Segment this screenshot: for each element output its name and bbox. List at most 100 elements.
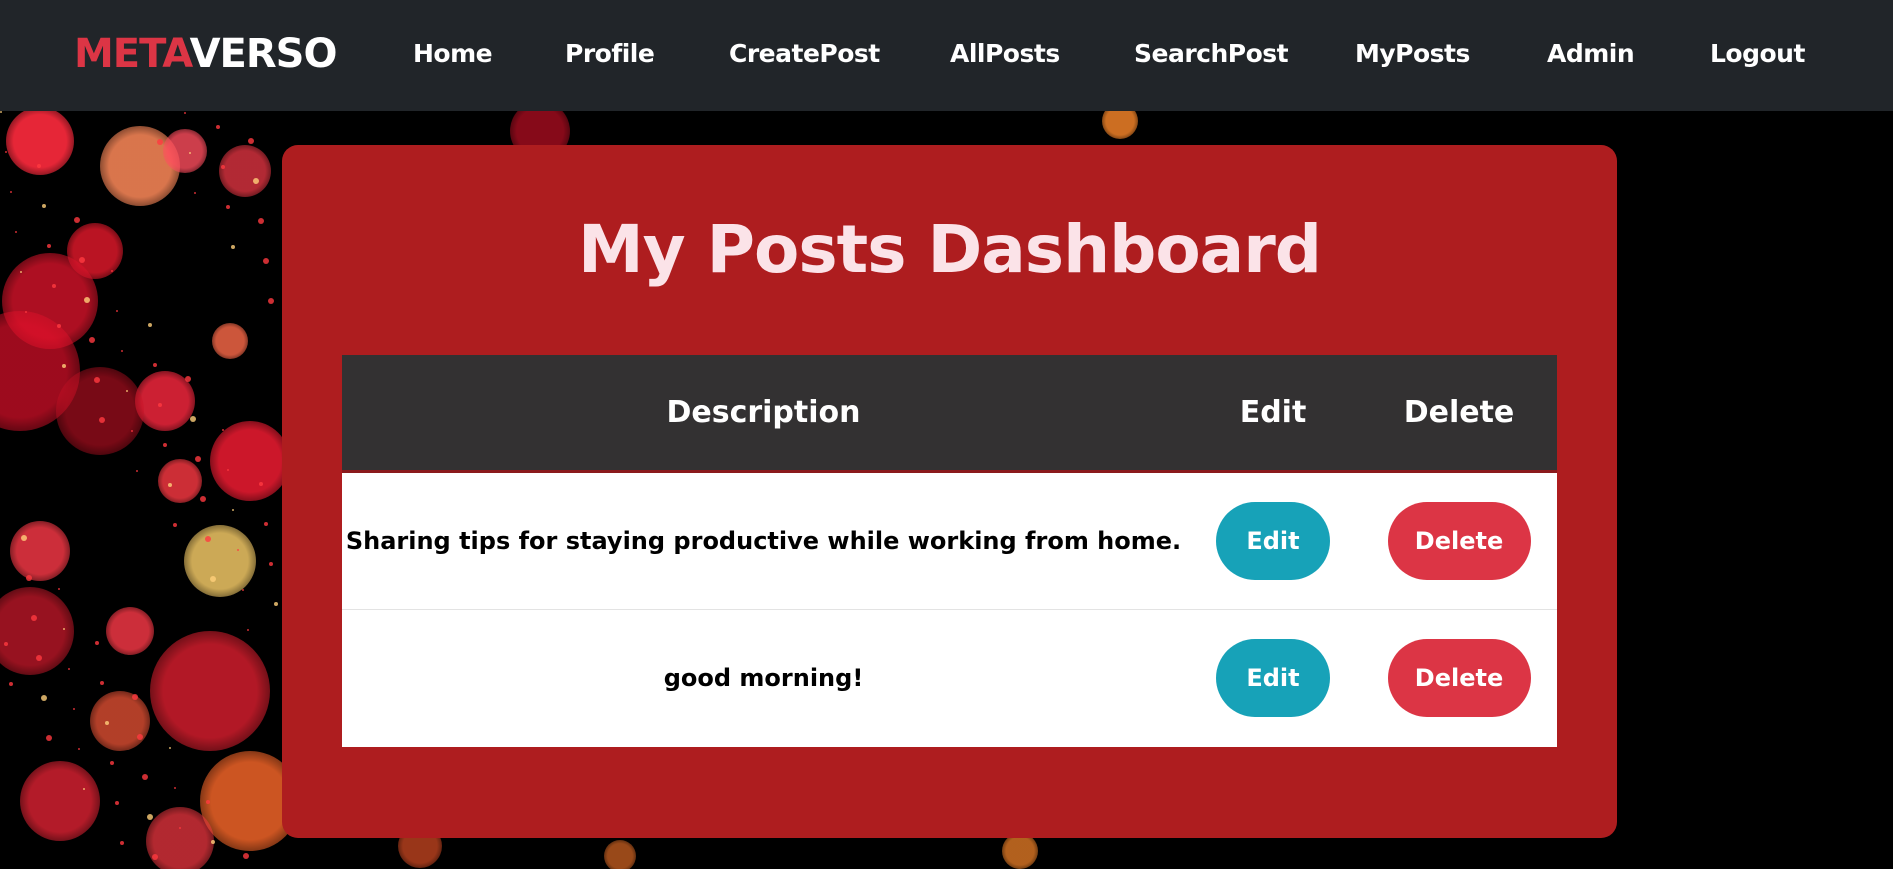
bokeh-speck (189, 152, 191, 154)
delete-button[interactable]: Delete (1387, 501, 1531, 580)
delete-button[interactable]: Delete (1387, 639, 1531, 718)
bokeh-dot (150, 631, 270, 751)
bokeh-speck (78, 748, 80, 750)
bokeh-speck (116, 310, 118, 312)
bokeh-speck (83, 788, 85, 790)
bokeh-dot (106, 607, 154, 655)
bokeh-speck (21, 535, 27, 541)
nav-myposts[interactable]: MyPosts (1355, 36, 1470, 72)
bokeh-speck (259, 482, 263, 486)
bokeh-speck (9, 682, 13, 686)
bokeh-speck (269, 562, 273, 566)
bokeh-speck (169, 747, 171, 749)
bokeh-speck (231, 245, 235, 249)
bokeh-speck (115, 801, 119, 805)
bokeh-speck (100, 681, 104, 685)
bokeh-speck (179, 827, 181, 829)
bokeh-dot (0, 587, 74, 675)
nav-searchpost[interactable]: SearchPost (1134, 36, 1289, 72)
post-description: good morning! (663, 664, 864, 693)
dashboard-card: My Posts Dashboard Description Edit Dele… (282, 145, 1617, 838)
bokeh-speck (31, 615, 37, 621)
nav-allposts[interactable]: AllPosts (950, 36, 1060, 72)
bokeh-speck (37, 164, 41, 168)
bokeh-dot (90, 691, 150, 751)
bokeh-speck (121, 350, 123, 352)
bokeh-speck (194, 192, 196, 194)
bokeh-speck (211, 840, 215, 844)
bokeh-speck (46, 735, 52, 741)
bokeh-speck (232, 509, 234, 511)
bokeh-speck (52, 284, 56, 288)
table-header-row: Description Edit Delete (342, 355, 1557, 471)
bokeh-speck (200, 496, 206, 502)
bokeh-speck (10, 191, 12, 193)
post-description: Sharing tips for staying productive whil… (345, 526, 1182, 555)
bokeh-speck (148, 323, 152, 327)
bokeh-speck (227, 469, 229, 471)
bokeh-dot (163, 129, 207, 173)
nav-logout[interactable]: Logout (1710, 36, 1805, 72)
delete-cell: Delete (1361, 471, 1557, 609)
header-delete: Delete (1403, 394, 1515, 430)
nav-links: Home Profile CreatePost AllPosts SearchP… (0, 0, 1893, 111)
bokeh-speck (163, 443, 167, 447)
bokeh-speck (248, 138, 254, 144)
edit-cell: Edit (1185, 471, 1361, 609)
bokeh-speck (268, 298, 274, 304)
bokeh-speck (222, 429, 224, 431)
nav-admin[interactable]: Admin (1547, 36, 1635, 72)
bokeh-speck (120, 841, 124, 845)
table-row: Sharing tips for staying productive whil… (342, 471, 1557, 609)
bokeh-speck (41, 695, 47, 701)
bokeh-speck (74, 217, 80, 223)
bokeh-dot (10, 521, 70, 581)
bokeh-speck (152, 854, 158, 860)
bokeh-speck (131, 430, 133, 432)
nav-createpost[interactable]: CreatePost (729, 36, 880, 72)
bokeh-speck (110, 761, 114, 765)
bokeh-dot (1002, 833, 1038, 869)
posts-table: Description Edit Delete Sharing tips for… (342, 355, 1557, 747)
bokeh-dot (210, 421, 290, 501)
bokeh-speck (62, 364, 66, 368)
edit-button[interactable]: Edit (1216, 501, 1330, 580)
nav-home[interactable]: Home (413, 36, 493, 72)
bokeh-speck (247, 629, 249, 631)
delete-cell: Delete (1361, 609, 1557, 747)
bokeh-speck (25, 311, 27, 313)
bokeh-speck (68, 668, 70, 670)
header-edit: Edit (1239, 394, 1307, 430)
bokeh-speck (173, 523, 177, 527)
edit-button[interactable]: Edit (1216, 639, 1330, 718)
bokeh-dot (1102, 111, 1138, 139)
bokeh-speck (158, 403, 162, 407)
bokeh-speck (263, 258, 269, 264)
header-description: Description (666, 394, 861, 430)
bokeh-speck (264, 522, 268, 526)
bokeh-speck (243, 853, 249, 859)
bokeh-speck (94, 377, 100, 383)
bokeh-speck (190, 416, 196, 422)
bokeh-speck (174, 787, 176, 789)
bokeh-speck (253, 178, 259, 184)
bokeh-speck (258, 218, 264, 224)
bokeh-speck (20, 271, 22, 273)
bokeh-speck (147, 814, 153, 820)
bokeh-dot (158, 459, 202, 503)
bokeh-speck (57, 324, 61, 328)
bokeh-speck (184, 112, 186, 114)
bokeh-speck (210, 576, 216, 582)
bokeh-speck (26, 575, 32, 581)
bokeh-speck (4, 642, 8, 646)
bokeh-speck (132, 694, 138, 700)
bokeh-speck (89, 337, 95, 343)
nav-profile[interactable]: Profile (565, 36, 655, 72)
bokeh-speck (84, 297, 90, 303)
bokeh-dot (20, 761, 100, 841)
bokeh-speck (79, 257, 85, 263)
bokeh-speck (73, 708, 75, 710)
bokeh-speck (205, 536, 211, 542)
bokeh-speck (99, 417, 105, 423)
bokeh-speck (42, 204, 46, 208)
